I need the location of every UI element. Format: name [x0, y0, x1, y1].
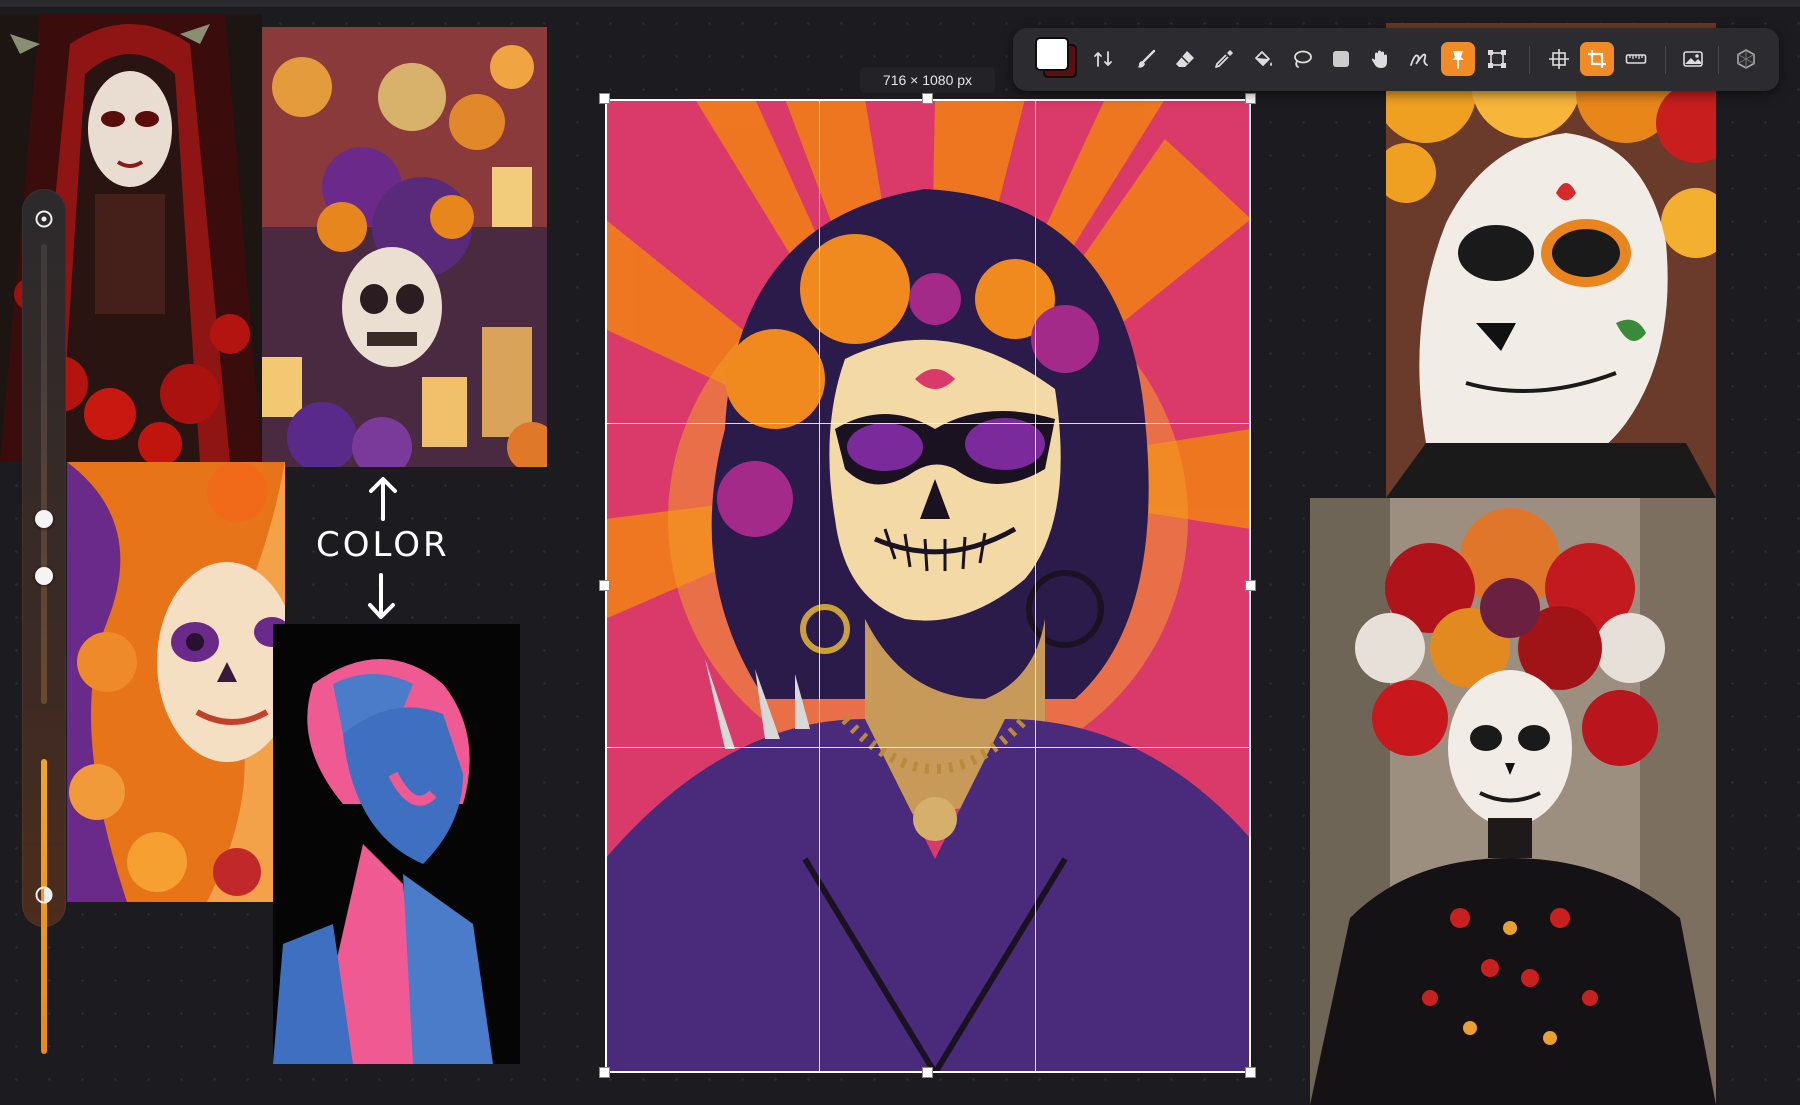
transform-icon[interactable] [1480, 42, 1514, 76]
flower-crown-catrina-photo[interactable] [1310, 498, 1716, 1105]
crop-handle-bottom-left[interactable] [599, 1067, 610, 1078]
illustrated-catrina-image[interactable] [67, 462, 285, 902]
slider-knob-lower[interactable] [35, 567, 53, 585]
lasso-icon[interactable] [1285, 42, 1319, 76]
moodboard-canvas[interactable]: COLOR 716 × 1080 px [0, 0, 1800, 1105]
crop-handle-right[interactable] [1245, 580, 1256, 591]
swap-colors-icon[interactable] [1086, 42, 1120, 76]
brush-icon[interactable] [1129, 42, 1163, 76]
crosshair-icon[interactable] [1542, 42, 1576, 76]
ruler-icon[interactable] [1619, 42, 1653, 76]
toolbar-separator [1665, 46, 1666, 74]
crop-handle-top-left[interactable] [599, 93, 610, 104]
pink-blue-portrait-image[interactable] [273, 624, 520, 1064]
catrina-face-paint-photo[interactable] [1386, 23, 1716, 498]
note-text: COLOR [316, 525, 450, 565]
slider-knob-upper[interactable] [35, 510, 53, 528]
crop-handle-left[interactable] [599, 580, 610, 591]
punk-catrina-crop-image[interactable] [605, 99, 1251, 1073]
hand-icon[interactable] [1363, 42, 1397, 76]
shape-icon[interactable] [1324, 42, 1358, 76]
crop-grid-line [606, 747, 1250, 748]
layers-icon[interactable] [1729, 42, 1763, 76]
contrast-icon[interactable] [34, 885, 54, 905]
crop-handle-bottom-right[interactable] [1245, 1067, 1256, 1078]
paint-bucket-icon[interactable] [1246, 42, 1280, 76]
eyedropper-icon[interactable] [1207, 42, 1241, 76]
vertical-slider-panel[interactable] [22, 189, 66, 1054]
crop-grid-line [819, 100, 820, 1072]
crop-handle-top-right[interactable] [1245, 93, 1256, 104]
crop-handle-top[interactable] [922, 93, 933, 104]
crop-dimensions-label: 716 × 1080 px [860, 67, 995, 93]
slider-track-lower[interactable] [41, 759, 47, 1054]
color-annotation: COLOR [300, 477, 470, 627]
crop-grid-line [606, 423, 1250, 424]
image-icon[interactable] [1676, 42, 1710, 76]
altar-skulls-candles-image[interactable] [262, 27, 547, 467]
eraser-icon[interactable] [1168, 42, 1202, 76]
pin-icon[interactable] [1441, 42, 1475, 76]
toolbar-separator [1718, 46, 1719, 74]
tool-palette [1013, 28, 1779, 91]
target-icon[interactable] [34, 209, 54, 229]
crop-icon[interactable] [1580, 42, 1614, 76]
toolbar-separator [1529, 46, 1530, 74]
smudge-icon[interactable] [1402, 42, 1436, 76]
crop-grid-line [1035, 100, 1036, 1072]
crop-handle-bottom[interactable] [922, 1067, 933, 1078]
foreground-color-swatch[interactable] [1035, 37, 1069, 71]
slider-track-upper[interactable] [41, 244, 47, 704]
